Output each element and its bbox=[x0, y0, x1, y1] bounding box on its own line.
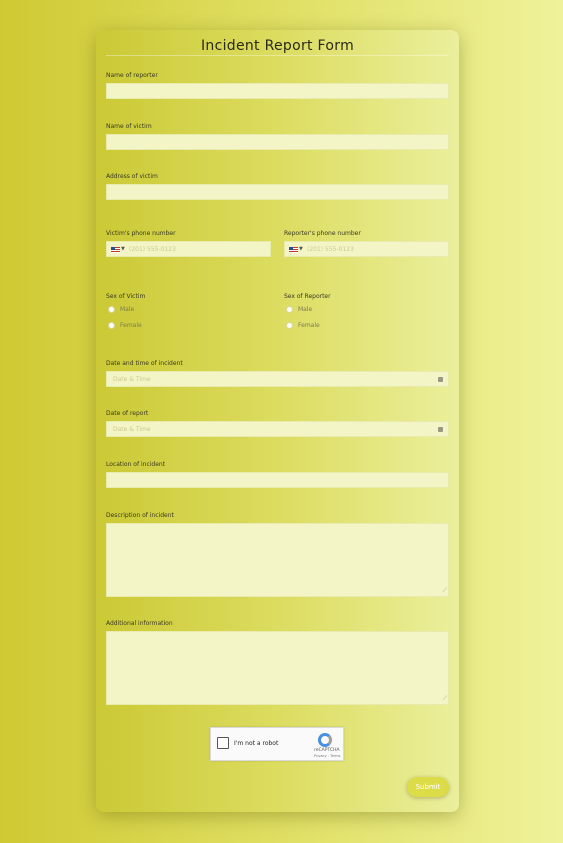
additional-info-textarea[interactable]: ⟋ bbox=[106, 631, 449, 705]
title-divider bbox=[106, 55, 449, 56]
calendar-icon[interactable] bbox=[438, 377, 443, 382]
submit-button[interactable]: Submit bbox=[407, 777, 449, 797]
victim-sex-female-radio[interactable] bbox=[108, 322, 115, 329]
reporter-phone-placeholder: (201) 555-0123 bbox=[307, 246, 354, 253]
resize-handle-icon[interactable]: ⟋ bbox=[443, 695, 447, 703]
victim-phone-label: Victim's phone number bbox=[106, 230, 176, 237]
incident-location-input[interactable] bbox=[106, 472, 449, 488]
form-title: Incident Report Form bbox=[200, 38, 355, 54]
us-flag-icon[interactable] bbox=[289, 247, 298, 253]
reporter-name-input[interactable] bbox=[106, 83, 449, 99]
report-date-placeholder: Date & Time bbox=[113, 426, 151, 433]
incident-report-form: Incident Report Form Name of reporter Na… bbox=[96, 30, 459, 812]
incident-datetime-placeholder: Date & Time bbox=[113, 376, 151, 383]
victim-address-input[interactable] bbox=[106, 184, 449, 200]
recaptcha-widget: I'm not a robot reCAPTCHA Privacy - Term… bbox=[210, 727, 344, 761]
victim-phone-input[interactable]: ▼ (201) 555-0123 bbox=[106, 241, 271, 257]
reporter-sex-female-radio[interactable] bbox=[286, 322, 293, 329]
report-date-input[interactable]: Date & Time bbox=[106, 421, 449, 437]
victim-sex-male-radio[interactable] bbox=[108, 306, 115, 313]
incident-description-label: Description of incident bbox=[106, 512, 174, 519]
recaptcha-text: I'm not a robot bbox=[234, 740, 279, 747]
us-flag-icon[interactable] bbox=[111, 247, 120, 253]
reporter-sex-male-label: Male bbox=[298, 306, 313, 313]
victim-name-label: Name of victim bbox=[106, 123, 152, 130]
reporter-phone-label: Reporter's phone number bbox=[284, 230, 361, 237]
chevron-down-icon[interactable]: ▼ bbox=[121, 246, 125, 252]
victim-address-label: Address of victim bbox=[106, 173, 158, 180]
recaptcha-terms-link[interactable]: Privacy - Terms bbox=[314, 754, 340, 758]
incident-description-textarea[interactable]: ⟋ bbox=[106, 523, 449, 597]
resize-handle-icon[interactable]: ⟋ bbox=[443, 587, 447, 595]
victim-phone-placeholder: (201) 555-0123 bbox=[129, 246, 176, 253]
victim-sex-label: Sex of Victim bbox=[106, 293, 146, 300]
incident-datetime-label: Date and time of incident bbox=[106, 360, 183, 367]
reporter-sex-male-radio[interactable] bbox=[286, 306, 293, 313]
reporter-phone-input[interactable]: ▼ (201) 555-0123 bbox=[284, 241, 449, 257]
calendar-icon[interactable] bbox=[438, 427, 443, 432]
report-date-label: Date of report bbox=[106, 410, 149, 417]
chevron-down-icon[interactable]: ▼ bbox=[299, 246, 303, 252]
recaptcha-checkbox[interactable] bbox=[217, 737, 229, 749]
recaptcha-brand: reCAPTCHA bbox=[314, 748, 340, 753]
victim-name-input[interactable] bbox=[106, 134, 449, 150]
recaptcha-logo-icon bbox=[318, 733, 332, 747]
reporter-sex-female-label: Female bbox=[298, 322, 320, 329]
reporter-sex-label: Sex of Reporter bbox=[284, 293, 331, 300]
incident-datetime-input[interactable]: Date & Time bbox=[106, 371, 449, 387]
incident-location-label: Location of incident bbox=[106, 461, 166, 468]
victim-sex-female-label: Female bbox=[120, 322, 142, 329]
additional-info-label: Additional information bbox=[106, 620, 173, 627]
reporter-name-label: Name of reporter bbox=[106, 72, 158, 79]
victim-sex-male-label: Male bbox=[120, 306, 135, 313]
